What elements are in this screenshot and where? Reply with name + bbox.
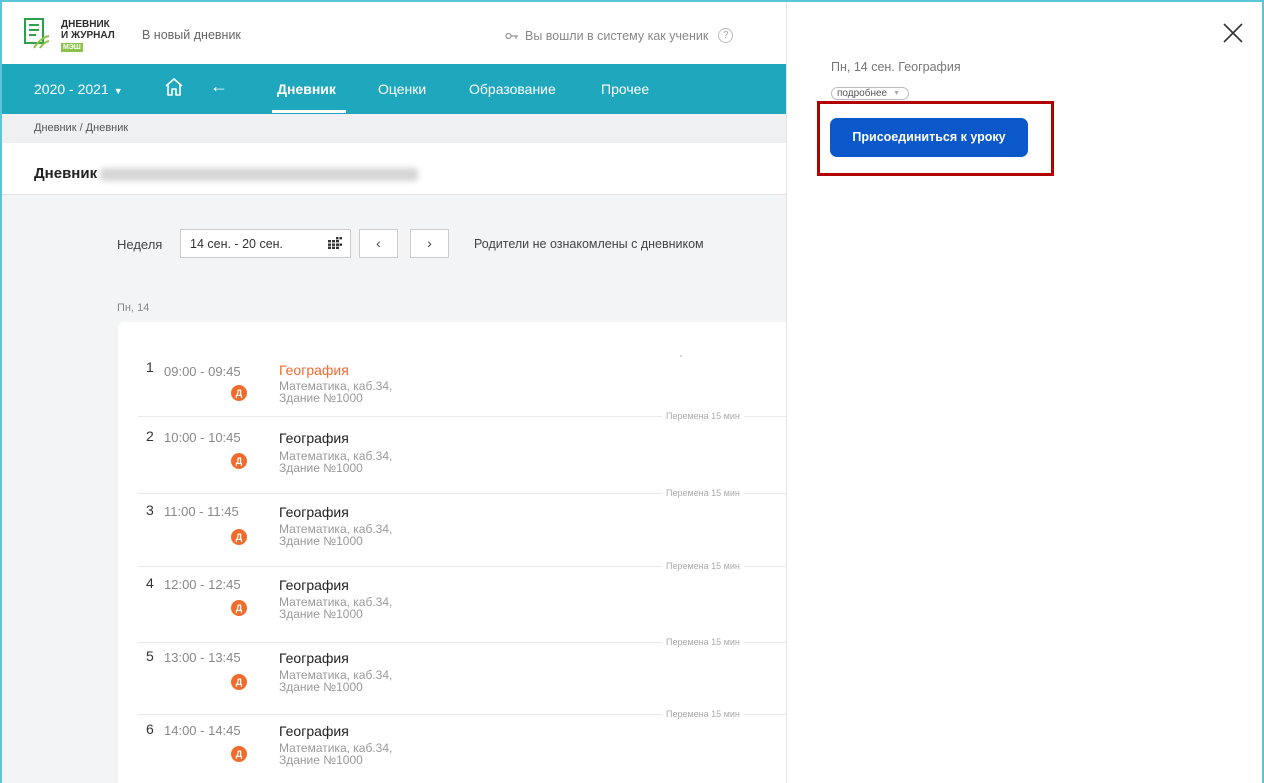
main-nav: 2020 - 2021 ▼ ← Дневник Оценки Образовани… — [2, 64, 786, 114]
lesson-subject[interactable]: География — [279, 650, 349, 666]
breadcrumb: Дневник / Дневник — [2, 114, 786, 143]
details-label: подробнее — [837, 88, 888, 99]
redacted-student-name — [100, 168, 418, 181]
app-frame: ДНЕВНИК И ЖУРНАЛ МЭШ В новый дневник Вы … — [0, 0, 1264, 783]
lesson-time: 12:00 - 12:45 — [164, 577, 241, 592]
panel-title: Пн, 14 сен. География — [831, 60, 961, 74]
new-diary-link[interactable]: В новый дневник — [142, 28, 241, 42]
logo-icon[interactable] — [24, 18, 50, 50]
logo-line2: И ЖУРНАЛ — [61, 30, 115, 41]
tab-diary[interactable]: Дневник — [277, 81, 336, 97]
lesson-building: Здание №1000 — [279, 753, 363, 767]
logo-line1: ДНЕВНИК — [61, 19, 110, 30]
homework-badge[interactable]: Д — [231, 600, 247, 616]
diary-content: Неделя 14 сен. - 20 сен. ‹ › Родители не… — [2, 195, 786, 783]
details-toggle[interactable]: подробнее ▼ — [831, 87, 910, 100]
close-icon[interactable] — [1222, 22, 1244, 44]
week-range: 14 сен. - 20 сен. — [190, 237, 284, 251]
day-label: Пн, 14 — [117, 302, 150, 314]
lesson-time: 10:00 - 10:45 — [164, 430, 241, 445]
day-card: 1 09:00 - 09:45 Д География Математика, … — [118, 322, 786, 783]
calendar-icon — [328, 237, 342, 249]
login-info: Вы вошли в систему как ученик ? — [505, 28, 734, 43]
lesson-time: 13:00 - 13:45 — [164, 650, 241, 665]
homework-badge[interactable]: Д — [231, 529, 247, 545]
lesson-time: 11:00 - 11:45 — [164, 504, 239, 519]
year-selector[interactable]: 2020 - 2021 ▼ — [34, 81, 123, 97]
homework-badge[interactable]: Д — [231, 453, 247, 469]
break-label: Перемена 15 мин — [662, 561, 744, 571]
active-tab-indicator — [272, 110, 346, 113]
login-info-text: Вы вошли в систему как ученик — [525, 28, 709, 43]
homework-badge[interactable]: Д — [231, 674, 247, 690]
lesson-number: 4 — [146, 575, 154, 591]
join-lesson-button[interactable]: Присоединиться к уроку — [830, 118, 1028, 157]
chevron-down-icon: ▼ — [893, 90, 901, 97]
year-label: 2020 - 2021 — [34, 81, 109, 97]
lesson-building: Здание №1000 — [279, 680, 363, 694]
lesson-number: 3 — [146, 502, 154, 518]
logo-text[interactable]: ДНЕВНИК И ЖУРНАЛ МЭШ — [61, 19, 115, 52]
lesson-building: Здание №1000 — [279, 534, 363, 548]
lesson-time: 14:00 - 14:45 — [164, 723, 241, 738]
home-icon[interactable] — [164, 77, 184, 97]
lesson-number: 5 — [146, 648, 154, 664]
tab-education[interactable]: Образование — [469, 81, 556, 97]
week-label: Неделя — [117, 237, 163, 252]
help-icon[interactable]: ? — [718, 28, 734, 43]
arrow-left-icon[interactable]: ← — [210, 76, 228, 97]
chevron-down-icon: ▼ — [113, 86, 123, 96]
top-header: ДНЕВНИК И ЖУРНАЛ МЭШ В новый дневник Вы … — [2, 2, 786, 64]
page-title: Дневник — [34, 165, 98, 182]
week-picker[interactable]: 14 сен. - 20 сен. — [180, 229, 351, 258]
lesson-building: Здание №1000 — [279, 461, 363, 475]
lesson-subject[interactable]: География — [279, 723, 349, 739]
lesson-row[interactable]: 6 14:00 - 14:45 Д География Математика, … — [118, 322, 786, 766]
lesson-side-panel: Пн, 14 сен. География подробнее ▼ Присое… — [786, 2, 1262, 783]
homework-badge[interactable]: Д — [231, 746, 247, 762]
tab-other[interactable]: Прочее — [601, 81, 649, 97]
tab-grades[interactable]: Оценки — [378, 81, 426, 97]
break-label: Перемена 15 мин — [662, 411, 744, 421]
lesson-subject[interactable]: География — [279, 577, 349, 593]
key-icon — [505, 29, 519, 43]
lesson-number: 6 — [146, 721, 154, 737]
break-label: Перемена 15 мин — [662, 488, 744, 498]
next-week-button[interactable]: › — [410, 229, 449, 258]
lesson-number: 2 — [146, 428, 154, 444]
break-label: Перемена 15 мин — [662, 709, 744, 719]
title-row: Дневник — [2, 143, 786, 195]
parents-note: Родители не ознакомлены с дневником — [474, 237, 704, 251]
break-label: Перемена 15 мин — [662, 637, 744, 647]
prev-week-button[interactable]: ‹ — [359, 229, 398, 258]
lesson-subject[interactable]: География — [279, 504, 349, 520]
lesson-building: Здание №1000 — [279, 607, 363, 621]
logo-badge: МЭШ — [61, 43, 83, 52]
lesson-subject[interactable]: География — [279, 430, 349, 446]
